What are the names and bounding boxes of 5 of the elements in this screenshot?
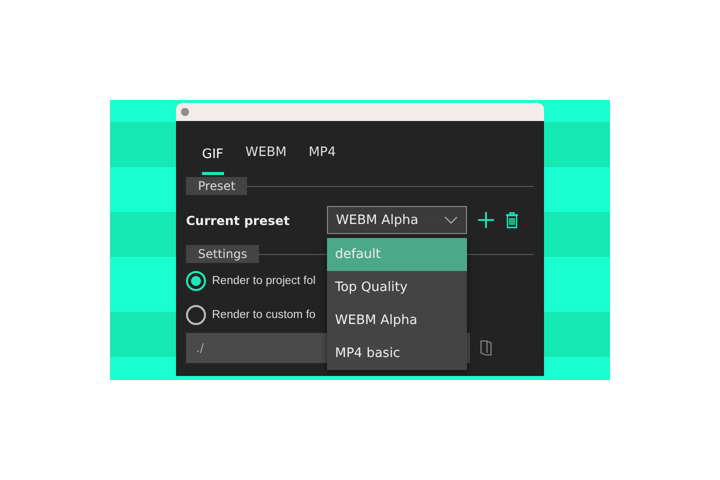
current-preset-label: Current preset bbox=[186, 212, 291, 228]
radio-label: Render to project fol bbox=[212, 275, 316, 287]
section-title: Preset bbox=[186, 177, 248, 195]
radio-label: Render to custom fo bbox=[212, 309, 316, 321]
section-title: Settings bbox=[186, 245, 260, 263]
